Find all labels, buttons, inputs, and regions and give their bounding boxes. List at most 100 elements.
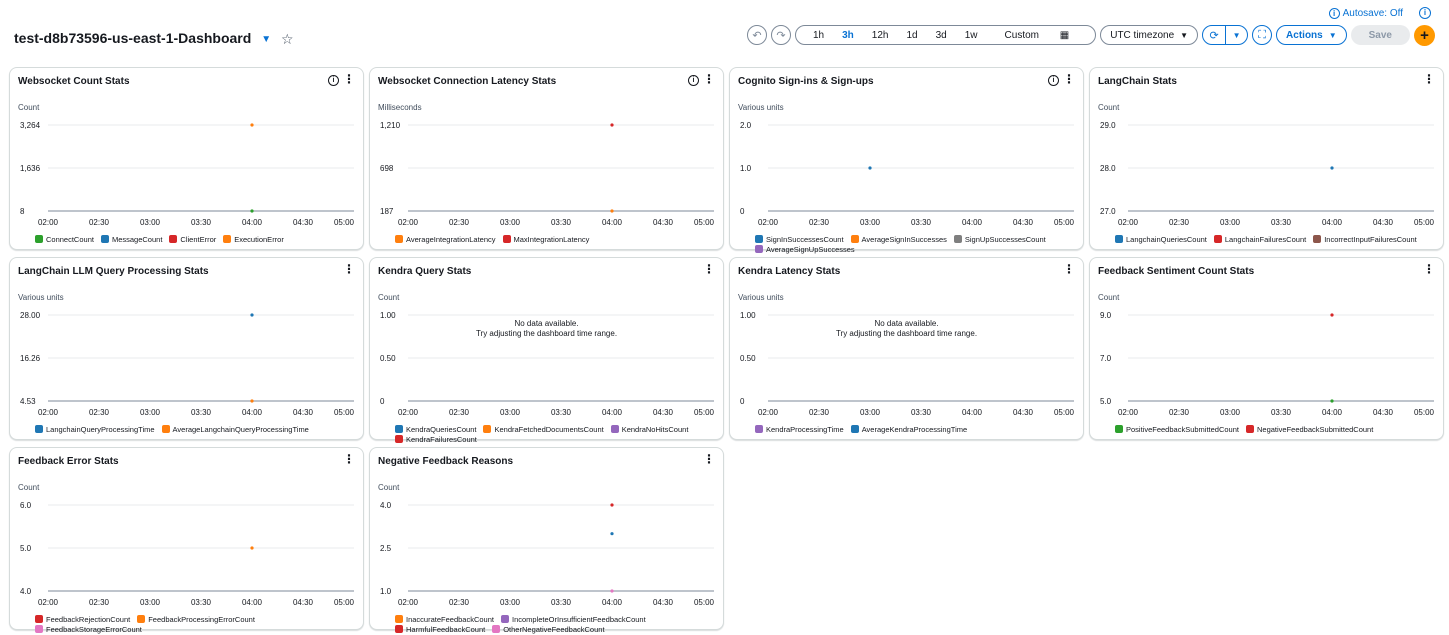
y-tick-label: 5.0	[1100, 397, 1112, 406]
x-tick-label: 04:00	[242, 408, 263, 417]
x-tick-label: 02:30	[89, 408, 110, 417]
legend-item[interactable]: AverageIntegrationLatency	[395, 235, 496, 245]
legend-item[interactable]: PositiveFeedbackSubmittedCount	[1115, 425, 1239, 435]
refresh-options-caret-icon[interactable]: ▼	[1225, 26, 1247, 44]
x-tick-label: 05:00	[694, 218, 715, 227]
legend-item[interactable]: KendraNoHitsCount	[610, 425, 688, 435]
data-point[interactable]	[868, 166, 872, 170]
data-point[interactable]	[250, 123, 254, 127]
legend-item[interactable]: InaccurateFeedbackCount	[395, 615, 494, 625]
legend-label: AverageIntegrationLatency	[406, 235, 496, 244]
data-point[interactable]	[610, 589, 614, 593]
legend-item[interactable]: FeedbackRejectionCount	[35, 615, 130, 625]
legend-item[interactable]: NegativeFeedbackSubmittedCount	[1245, 425, 1373, 435]
data-point[interactable]	[610, 532, 614, 536]
legend-label: InaccurateFeedbackCount	[406, 615, 494, 624]
data-point[interactable]	[250, 399, 254, 403]
data-point[interactable]	[610, 209, 614, 213]
data-point[interactable]	[1330, 399, 1334, 403]
range-option[interactable]: 3d	[927, 30, 956, 41]
widget-kendra-query-stats[interactable]: Kendra Query Stats ⋮ Count 1.00 0.50 0 02:00 02…	[369, 257, 724, 444]
legend-item[interactable]: LangchainQueriesCount	[1115, 235, 1207, 245]
legend-item[interactable]: KendraProcessingTime	[755, 425, 844, 435]
legend-item[interactable]: OtherNegativeFeedbackCount	[492, 625, 605, 635]
x-tick-label: 02:30	[1169, 408, 1190, 417]
data-point[interactable]	[250, 209, 254, 213]
refresh-icon[interactable]: ⟳	[1203, 26, 1225, 44]
legend-item[interactable]: IncorrectInputFailuresCount	[1313, 235, 1417, 245]
legend-item[interactable]: LangchainQueryProcessingTime	[35, 425, 155, 435]
undo-button[interactable]: ↶	[747, 25, 767, 45]
star-icon[interactable]: ☆	[281, 31, 294, 48]
legend-item[interactable]: ConnectCount	[35, 235, 94, 245]
legend-swatch	[755, 245, 763, 253]
legend-item[interactable]: SignInSuccessesCount	[755, 235, 844, 245]
legend-label: SignInSuccessesCount	[766, 235, 844, 244]
widget-websocket-count-stats[interactable]: Websocket Count Stats i ⋮ Count 3,264 1,636 8 0…	[9, 67, 364, 250]
legend-item[interactable]: AverageSignInSuccesses	[850, 235, 947, 245]
legend-item[interactable]: HarmfulFeedbackCount	[395, 625, 485, 635]
widget-negative-feedback-reasons[interactable]: Negative Feedback Reasons ⋮ Count 4.0 2.5 1.0…	[369, 447, 724, 634]
widget-websocket-connection-latency-stats[interactable]: Websocket Connection Latency Stats i ⋮ Mill…	[369, 67, 724, 250]
range-option[interactable]: 1d	[897, 30, 926, 41]
legend-item[interactable]: KendraFetchedDocumentsCount	[483, 425, 604, 435]
y-tick-label: 1.00	[380, 311, 396, 320]
save-button[interactable]: Save	[1350, 25, 1410, 45]
caret-down-icon[interactable]: ▼	[261, 34, 271, 45]
legend-item[interactable]: AverageKendraProcessingTime	[850, 425, 967, 435]
data-point[interactable]	[1330, 313, 1334, 317]
widget-feedback-error-stats[interactable]: Feedback Error Stats ⋮ Count 6.0 5.0 4.0 02:00…	[9, 447, 364, 634]
autosave-toggle[interactable]: i Autosave: Off	[1328, 8, 1403, 19]
range-option-active[interactable]: 3h	[833, 30, 863, 41]
y-tick-label: 9.0	[1100, 311, 1112, 320]
data-point[interactable]	[250, 546, 254, 550]
info-icon[interactable]: i	[1419, 7, 1431, 19]
fullscreen-button[interactable]: ⛶	[1252, 25, 1273, 45]
x-tick-label: 04:00	[1322, 218, 1343, 227]
legend-item[interactable]: LangchainFailuresCount	[1213, 235, 1306, 245]
legend-item[interactable]: MaxIntegrationLatency	[502, 235, 589, 245]
range-option[interactable]: 12h	[863, 30, 898, 41]
data-point[interactable]	[250, 313, 254, 317]
timezone-select[interactable]: UTC timezone ▼	[1100, 25, 1199, 45]
x-tick-label: 05:00	[1054, 408, 1075, 417]
legend-item[interactable]: FeedbackStorageErrorCount	[35, 625, 142, 635]
redo-button[interactable]: ↷	[771, 25, 791, 45]
x-tick-label: 03:00	[500, 598, 521, 607]
legend-item[interactable]: KendraQueriesCount	[395, 425, 476, 435]
y-tick-label: 1,210	[380, 121, 401, 130]
x-tick-label: 03:30	[551, 218, 572, 227]
widget-feedback-sentiment-count-stats[interactable]: Feedback Sentiment Count Stats ⋮ Count 9.0 7…	[1089, 257, 1444, 440]
legend-item[interactable]: AverageSignUpSuccesses	[755, 245, 855, 255]
custom-range-button[interactable]: Custom ▦	[987, 30, 1088, 41]
data-point[interactable]	[1330, 166, 1334, 170]
range-option[interactable]: 1h	[804, 30, 833, 41]
x-tick-label: 05:00	[694, 408, 715, 417]
legend-label: PositiveFeedbackSubmittedCount	[1126, 425, 1239, 434]
legend-swatch	[1313, 235, 1322, 243]
legend-item[interactable]: MessageCount	[100, 235, 162, 245]
legend-item[interactable]: FeedbackProcessingErrorCount	[137, 615, 255, 625]
legend-swatch	[500, 615, 509, 623]
data-point[interactable]	[610, 123, 614, 127]
actions-button[interactable]: Actions ▼	[1276, 25, 1347, 45]
legend-item[interactable]: ClientError	[169, 235, 216, 245]
legend-item[interactable]: SignUpSuccessesCount	[953, 235, 1046, 245]
legend-item[interactable]: AverageLangchainQueryProcessingTime	[161, 425, 309, 435]
widget-cognito-sign-ins-sign-ups[interactable]: Cognito Sign-ins & Sign-ups i ⋮ Various uni…	[729, 67, 1084, 254]
dashboard-title[interactable]: test-d8b73596-us-east-1-Dashboard ▼ ☆	[14, 30, 294, 48]
x-tick-label: 02:00	[398, 408, 419, 417]
legend-item[interactable]: IncompleteOrInsufficientFeedbackCount	[500, 615, 646, 625]
legend-item[interactable]: KendraFailuresCount	[395, 435, 477, 445]
y-tick-label: 16.26	[20, 354, 41, 363]
y-tick-label: 0	[740, 397, 745, 406]
add-widget-button[interactable]: +	[1414, 24, 1435, 46]
data-point[interactable]	[610, 503, 614, 507]
chart-canvas: 6.0 5.0 4.0 02:00 02:30 03:00 03:30 04:00 04:30 0…	[20, 501, 355, 607]
widget-kendra-latency-stats[interactable]: Kendra Latency Stats ⋮ Various units 1.00 0.…	[729, 257, 1084, 440]
legend-item[interactable]: ExecutionError	[223, 235, 284, 245]
x-tick-label: 04:30	[1013, 408, 1034, 417]
range-option[interactable]: 1w	[956, 30, 987, 41]
widget-langchain-llm-query-processing-stats[interactable]: LangChain LLM Query Processing Stats ⋮ Var…	[9, 257, 364, 440]
widget-langchain-stats[interactable]: LangChain Stats ⋮ Count 29.0 28.0 27.0 02:00 02…	[1089, 67, 1444, 250]
